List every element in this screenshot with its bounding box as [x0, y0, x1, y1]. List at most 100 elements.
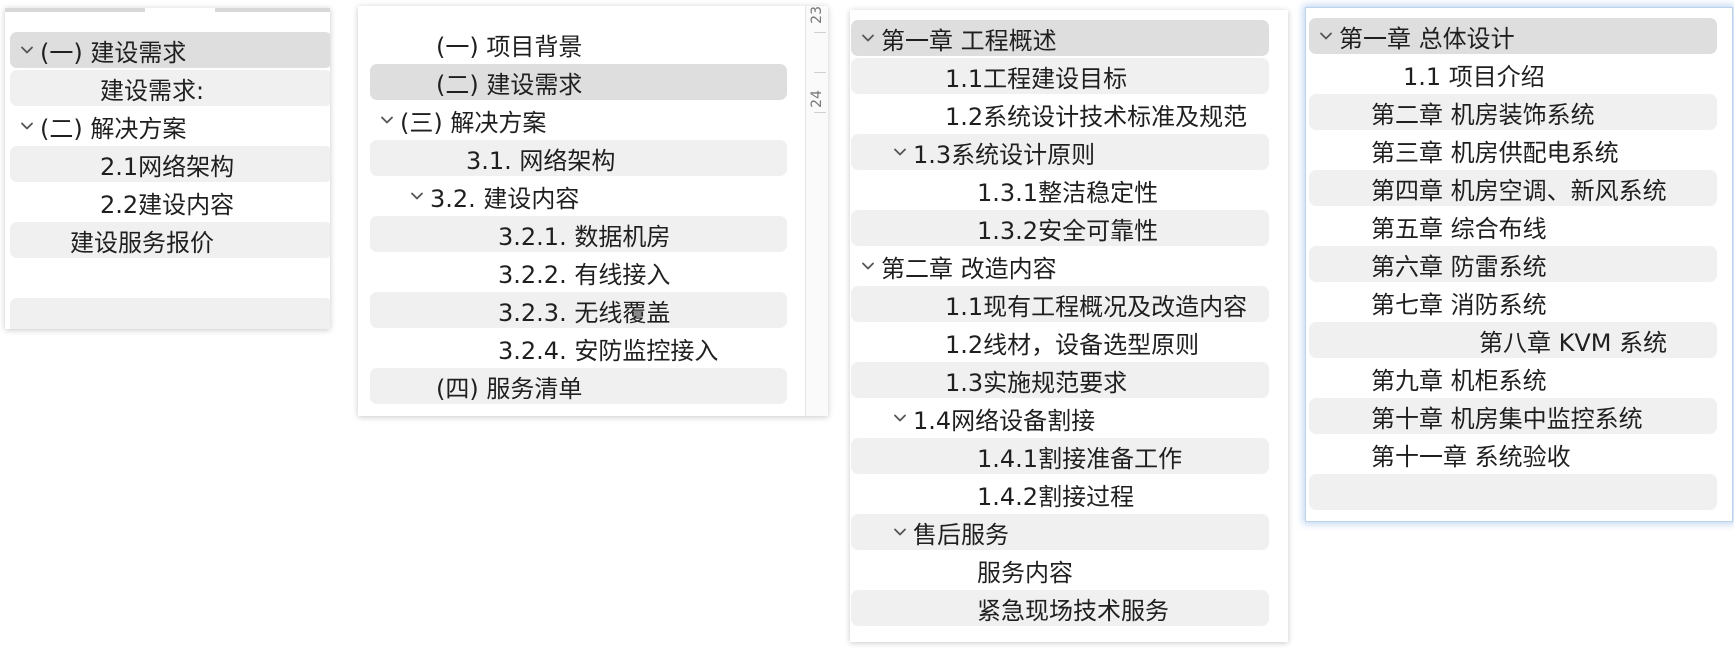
chevron-down-icon[interactable]	[20, 43, 34, 57]
chevron-down-icon[interactable]	[410, 189, 424, 203]
outline-item-label: 第七章 消防系统	[1371, 290, 1547, 319]
outline-item[interactable]: 第九章 机柜系统	[1309, 360, 1717, 396]
outline-item[interactable]: (一) 建设需求	[10, 32, 330, 68]
outline-item[interactable]: 第六章 防雷系统	[1309, 246, 1717, 282]
outline-item-label: (一) 建设需求	[40, 38, 187, 67]
vertical-ruler: 23 24	[805, 6, 828, 416]
outline-item-label: 1.3.1整洁稳定性	[977, 178, 1159, 207]
outline-item-label: 第二章 改造内容	[881, 254, 1057, 283]
outline-item[interactable]: 3.2.2. 有线接入	[370, 254, 787, 290]
outline-item-label: 第一章 工程概述	[881, 26, 1057, 55]
outline-item[interactable]: 2.2建设内容	[10, 184, 330, 220]
outline-item-label: (二) 建设需求	[436, 70, 583, 99]
outline-item[interactable]: 3.2.4. 安防监控接入	[370, 330, 787, 366]
outline-item-label: 2.2建设内容	[100, 190, 235, 219]
outline-item[interactable]: 第五章 综合布线	[1309, 208, 1717, 244]
outline-item-label: 1.1 项目介绍	[1403, 62, 1545, 91]
outline-item-label: (四) 服务清单	[436, 374, 583, 403]
outline-item[interactable]: 第四章 机房空调、新风系统	[1309, 170, 1717, 206]
chevron-down-icon[interactable]	[893, 525, 907, 539]
outline-item[interactable]: (三) 解决方案	[370, 102, 787, 138]
outline-item-label: 第一章 总体设计	[1339, 24, 1515, 53]
outline-item[interactable]: 1.4.2割接过程	[851, 476, 1269, 512]
outline-item[interactable]: 1.4.1割接准备工作	[851, 438, 1269, 474]
outline-item[interactable]: 第二章 机房装饰系统	[1309, 94, 1717, 130]
outline-item-label: 1.4.2割接过程	[977, 482, 1135, 511]
outline-item[interactable]: 1.1现有工程概况及改造内容	[851, 286, 1269, 322]
outline-panel-1: (一) 建设需求建设需求: (二) 解决方案 2.1网络架构 2.2建设内容建设服务报…	[5, 8, 330, 329]
outline-item[interactable]: 第十章 机房集中监控系统	[1309, 398, 1717, 434]
outline-item[interactable]: 1.1 项目介绍	[1309, 56, 1717, 92]
outline-item-label: 3.2.3. 无线覆盖	[498, 298, 671, 327]
outline-item-label: 第五章 综合布线	[1371, 214, 1547, 243]
outline-item[interactable]: 1.2系统设计技术标准及规范	[851, 96, 1269, 132]
outline-item[interactable]: 3.2.1. 数据机房	[370, 216, 787, 252]
outline-item-label: (二) 解决方案	[40, 114, 187, 143]
outline-item[interactable]: 第二章 改造内容	[851, 248, 1269, 284]
outline-item[interactable]: 3.2. 建设内容	[370, 178, 787, 214]
outline-item-label: 1.2线材，设备选型原则	[945, 330, 1200, 359]
outline-item[interactable]: 3.2.3. 无线覆盖	[370, 292, 787, 328]
outline-item-label: 2.1网络架构	[100, 152, 235, 181]
outline-item-label: 建设需求:	[100, 76, 205, 105]
outline-item[interactable]: 紧急现场技术服务	[851, 590, 1269, 626]
outline-item[interactable]: 第三章 机房供配电系统	[1309, 132, 1717, 168]
outline-item[interactable]: 第十一章 系统验收	[1309, 436, 1717, 472]
outline-item[interactable]: 第一章 总体设计	[1309, 18, 1717, 54]
outline-item[interactable]: (二) 解决方案	[10, 108, 330, 144]
outline-item[interactable]: 1.3.1整洁稳定性	[851, 172, 1269, 208]
chevron-down-icon[interactable]	[380, 113, 394, 127]
outline-item[interactable]: (四) 服务清单	[370, 368, 787, 404]
outline-item-label: 3.2.1. 数据机房	[498, 222, 671, 251]
outline-item[interactable]: 1.2线材，设备选型原则	[851, 324, 1269, 360]
ruler-number: 24	[809, 90, 825, 108]
outline-item-label: 第四章 机房空调、新风系统	[1371, 176, 1667, 205]
outline-item[interactable]: 2.1网络架构	[10, 146, 330, 182]
chevron-down-icon[interactable]	[861, 259, 875, 273]
outline-item[interactable]: 1.3实施规范要求	[851, 362, 1269, 398]
outline-panel-2: (一) 项目背景 (二) 建设需求 (三) 解决方案 3.1. 网络架构 3.2. 建设…	[358, 6, 828, 416]
outline-item[interactable]: 3.1. 网络架构	[370, 140, 787, 176]
outline-item-label: 1.2系统设计技术标准及规范	[945, 102, 1248, 131]
outline-item-label: 第八章 KVM 系统	[1479, 328, 1668, 357]
outline-item-label: 3.2.4. 安防监控接入	[498, 336, 719, 365]
outline-item[interactable]: (一) 项目背景	[370, 26, 787, 62]
outline-item[interactable]: 第一章 工程概述	[851, 20, 1269, 56]
outline-item-label: 1.4.1割接准备工作	[977, 444, 1183, 473]
chevron-down-icon[interactable]	[893, 145, 907, 159]
outline-item-label: 第十一章 系统验收	[1371, 442, 1571, 471]
chevron-down-icon[interactable]	[893, 411, 907, 425]
outline-item-label: (一) 项目背景	[436, 32, 583, 61]
outline-item-label: 3.2. 建设内容	[430, 184, 580, 213]
outline-item-label: 紧急现场技术服务	[977, 596, 1169, 625]
outline-item-label: 第二章 机房装饰系统	[1371, 100, 1595, 129]
outline-item[interactable]: 1.3系统设计原则	[851, 134, 1269, 170]
outline-item[interactable]: 1.1工程建设目标	[851, 58, 1269, 94]
outline-item[interactable]: 售后服务	[851, 514, 1269, 550]
outline-item-label: 第十章 机房集中监控系统	[1371, 404, 1643, 433]
outline-item-label: 第九章 机柜系统	[1371, 366, 1547, 395]
outline-item[interactable]: 1.3.2安全可靠性	[851, 210, 1269, 246]
outline-item-label: 1.3.2安全可靠性	[977, 216, 1159, 245]
outline-item[interactable]: 第八章 KVM 系统	[1309, 322, 1717, 358]
outline-item[interactable]: 建设服务报价	[10, 222, 330, 258]
outline-item[interactable]: 第七章 消防系统	[1309, 284, 1717, 320]
outline-item-label: 1.3系统设计原则	[913, 140, 1096, 169]
outline-item-label: 1.4网络设备割接	[913, 406, 1096, 435]
active-tab[interactable]	[145, 8, 215, 12]
empty-row	[10, 260, 330, 296]
outline-item-label: 建设服务报价	[70, 228, 214, 257]
chevron-down-icon[interactable]	[1319, 29, 1333, 43]
outline-item-label: 第六章 防雷系统	[1371, 252, 1547, 281]
outline-item[interactable]: 建设需求:	[10, 70, 330, 106]
chevron-down-icon[interactable]	[20, 119, 34, 133]
outline-panel-3: 第一章 工程概述 1.1工程建设目标 1.2系统设计技术标准及规范 1.3系统设计原则…	[850, 10, 1288, 642]
outline-item[interactable]: (二) 建设需求	[370, 64, 787, 100]
outline-item[interactable]: 服务内容	[851, 552, 1269, 588]
empty-row	[1309, 474, 1717, 510]
outline-item-label: 1.3实施规范要求	[945, 368, 1128, 397]
outline-item-label: 1.1工程建设目标	[945, 64, 1128, 93]
outline-item[interactable]: 1.4网络设备割接	[851, 400, 1269, 436]
outline-item-label: 第三章 机房供配电系统	[1371, 138, 1619, 167]
chevron-down-icon[interactable]	[861, 31, 875, 45]
